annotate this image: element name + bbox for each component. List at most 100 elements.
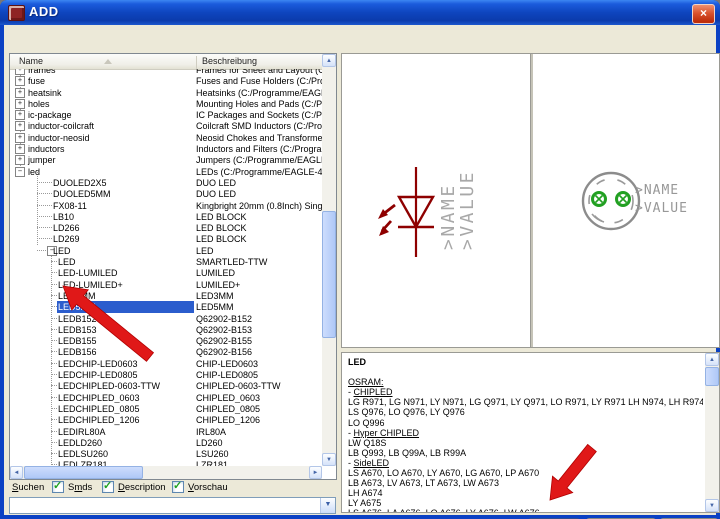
- tree-row[interactable]: LEDCHIP-LED0805CHIP-LED0805: [10, 369, 322, 380]
- tree-item[interactable]: LED: [52, 245, 194, 256]
- title-bar[interactable]: ADD ×: [0, 0, 720, 25]
- scrollbar-thumb[interactable]: [705, 367, 719, 386]
- tree-row[interactable]: LEDB153Q62902-B153: [10, 324, 322, 335]
- tree-row[interactable]: DUOLED2X5DUO LED: [10, 177, 322, 188]
- scroll-left-icon[interactable]: ◄: [10, 466, 23, 479]
- expand-icon[interactable]: +: [15, 76, 25, 86]
- expand-icon[interactable]: +: [15, 133, 25, 143]
- tree-item[interactable]: fuse: [27, 75, 194, 86]
- expand-icon[interactable]: +: [15, 110, 25, 120]
- checkbox-smds[interactable]: ✓: [52, 481, 64, 493]
- tree-item[interactable]: DUOLED5MM: [52, 188, 194, 199]
- tree-item[interactable]: heatsink: [27, 87, 194, 98]
- tree-item[interactable]: FX08-11: [52, 200, 194, 211]
- tree-item[interactable]: LEDB155: [57, 335, 194, 346]
- tree-row[interactable]: LEDLSU260LSU260: [10, 448, 322, 459]
- column-header-name[interactable]: Name: [19, 56, 43, 66]
- tree-row[interactable]: LEDB156Q62902-B156: [10, 346, 322, 357]
- tree-item[interactable]: LD269: [52, 233, 194, 244]
- tree-item[interactable]: LEDCHIP-LED0805: [57, 369, 194, 380]
- tree-row[interactable]: LED3MMLED3MM: [10, 290, 322, 301]
- tree-row[interactable]: LEDB155Q62902-B155: [10, 335, 322, 346]
- tree-row[interactable]: LEDB152Q62902-B152: [10, 313, 322, 324]
- tree-row[interactable]: +holesMounting Holes and Pads (C:/Progra…: [10, 98, 322, 109]
- close-button[interactable]: ×: [692, 4, 715, 24]
- tree-item[interactable]: LEDB152: [57, 313, 194, 324]
- tree-row[interactable]: +heatsinkHeatsinks (C:/Programme/EAGLE-4…: [10, 87, 322, 98]
- tree-item[interactable]: inductor-neosid: [27, 132, 194, 143]
- tree-item[interactable]: LEDCHIPLED_1206: [57, 414, 194, 425]
- expand-icon[interactable]: +: [15, 144, 25, 154]
- tree-row[interactable]: LEDCHIPLED_1206CHIPLED_1206: [10, 414, 322, 425]
- tree-item-selected[interactable]: LED5MM: [57, 301, 194, 312]
- tree-item[interactable]: LEDLZR181: [57, 459, 194, 466]
- tree-row[interactable]: LED-LUMILEDLUMILED: [10, 267, 322, 278]
- checkbox-description[interactable]: ✓: [102, 481, 114, 493]
- combobox-dropdown-icon[interactable]: ▼: [320, 498, 335, 513]
- collapse-icon[interactable]: −: [15, 167, 25, 177]
- tree-row[interactable]: −ledLEDs (C:/Programme/EAGLE-4.16r1/lb: [10, 166, 322, 177]
- tree-item[interactable]: LED-LUMILED: [57, 267, 194, 278]
- tree-row[interactable]: DUOLED5MMDUO LED: [10, 188, 322, 199]
- description-scrollbar[interactable]: ▲ ▼: [705, 353, 719, 512]
- scroll-right-icon[interactable]: ►: [309, 466, 322, 479]
- tree-item[interactable]: inductors: [27, 143, 194, 154]
- tree-item[interactable]: LEDCHIPLED_0805: [57, 403, 194, 414]
- expand-icon[interactable]: +: [15, 155, 25, 165]
- tree-row[interactable]: −LEDLED: [10, 245, 322, 256]
- scrollbar-thumb[interactable]: [24, 466, 143, 479]
- expand-icon[interactable]: +: [15, 99, 25, 109]
- search-combobox[interactable]: ▼: [9, 497, 336, 514]
- tree-item[interactable]: LED: [57, 256, 194, 267]
- tree-row[interactable]: +ic-packageIC Packages and Sockets (C:/P…: [10, 109, 322, 120]
- tree-item[interactable]: LEDIRL80A: [57, 426, 194, 437]
- tree-row[interactable]: LED5MMLED5MM: [10, 301, 322, 312]
- tree-row[interactable]: FX08-11Kingbright 20mm (0.8Inch) Single …: [10, 200, 322, 211]
- tree-row[interactable]: +inductorsInductors and Filters (C:/Prog…: [10, 143, 322, 154]
- tree-item[interactable]: LEDCHIPLED_0603: [57, 392, 194, 403]
- tree-row[interactable]: +inductor-coilcraftCoilcraft SMD Inducto…: [10, 120, 322, 131]
- tree-item[interactable]: LEDLD260: [57, 437, 194, 448]
- tree-item[interactable]: inductor-coilcraft: [27, 120, 194, 131]
- tree-row[interactable]: +jumperJumpers (C:/Programme/EAGLE-4.16r…: [10, 154, 322, 165]
- column-header-description[interactable]: Beschreibung: [196, 56, 257, 69]
- tree-row[interactable]: LEDCHIPLED_0603CHIPLED_0603: [10, 392, 322, 403]
- expand-icon[interactable]: +: [15, 88, 25, 98]
- tree-item[interactable]: LEDB156: [57, 346, 194, 357]
- tree-row[interactable]: LED-LUMILED+LUMILED+: [10, 279, 322, 290]
- tree-row[interactable]: LEDCHIPLED_0805CHIPLED_0805: [10, 403, 322, 414]
- tree-row[interactable]: LB10LED BLOCK: [10, 211, 322, 222]
- tree-row[interactable]: +inductor-neosidNeosid Chokes and Transf…: [10, 132, 322, 143]
- scroll-up-icon[interactable]: ▲: [705, 353, 719, 366]
- tree-item[interactable]: LEDLSU260: [57, 448, 194, 459]
- tree-item[interactable]: LEDCHIPLED-0603-TTW: [57, 380, 194, 391]
- tree-row[interactable]: +fuseFuses and Fuse Holders (C:/Programm: [10, 75, 322, 86]
- tree-row[interactable]: LEDCHIPLED-0603-TTWCHIPLED-0603-TTW: [10, 380, 322, 391]
- tree-item[interactable]: DUOLED2X5: [52, 177, 194, 188]
- tree-vertical-scrollbar[interactable]: ▲ ▼: [322, 54, 336, 466]
- tree-row[interactable]: LEDIRL80AIRL80A: [10, 426, 322, 437]
- tree-item[interactable]: LED3MM: [57, 290, 194, 301]
- tree-item[interactable]: LEDCHIP-LED0603: [57, 358, 194, 369]
- expand-icon[interactable]: +: [15, 69, 25, 75]
- tree-item[interactable]: ic-package: [27, 109, 194, 120]
- scroll-down-icon[interactable]: ▼: [322, 453, 336, 466]
- tree-item[interactable]: LEDB153: [57, 324, 194, 335]
- tree-horizontal-scrollbar[interactable]: ◄ ►: [10, 466, 322, 479]
- tree-row[interactable]: LEDLD260LD260: [10, 437, 322, 448]
- tree-row[interactable]: LEDSMARTLED-TTW: [10, 256, 322, 267]
- tree-item[interactable]: jumper: [27, 154, 194, 165]
- checkbox-vorschau[interactable]: ✓: [172, 481, 184, 493]
- tree-row[interactable]: LD269LED BLOCK: [10, 233, 322, 244]
- tree-item[interactable]: holes: [27, 98, 194, 109]
- tree-item[interactable]: LB10: [52, 211, 194, 222]
- tree-item[interactable]: LD266: [52, 222, 194, 233]
- tree-row[interactable]: LEDCHIP-LED0603CHIP-LED0603: [10, 358, 322, 369]
- tree-item[interactable]: led: [27, 166, 194, 177]
- tree-item[interactable]: LED-LUMILED+: [57, 279, 194, 290]
- scroll-up-icon[interactable]: ▲: [322, 54, 336, 67]
- tree-row[interactable]: LEDLZR181LZR181: [10, 459, 322, 466]
- scrollbar-thumb[interactable]: [322, 211, 336, 338]
- scroll-down-icon[interactable]: ▼: [705, 499, 719, 512]
- tree-row[interactable]: LD266LED BLOCK: [10, 222, 322, 233]
